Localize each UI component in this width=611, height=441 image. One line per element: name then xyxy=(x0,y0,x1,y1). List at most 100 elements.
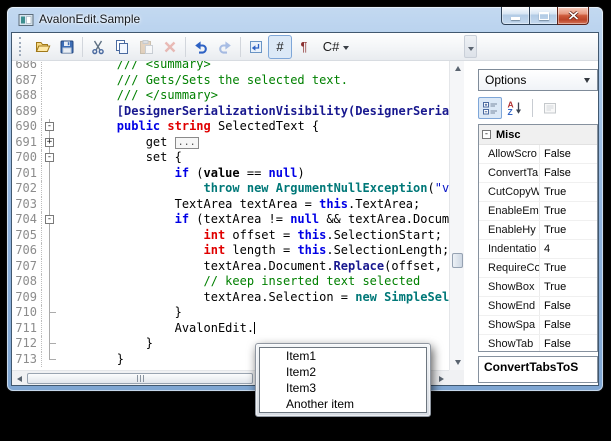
property-value[interactable]: True xyxy=(540,202,597,220)
completion-item[interactable]: Item1 xyxy=(260,348,426,364)
code-line[interactable]: 707 textArea.Document.Replace(offset, l xyxy=(12,259,449,275)
window-title: AvalonEdit.Sample xyxy=(39,12,140,26)
code-line[interactable]: 691+ get ... xyxy=(12,135,449,151)
vertical-scrollbar[interactable] xyxy=(449,61,464,370)
options-combobox[interactable]: Options xyxy=(478,69,598,91)
scroll-right-button[interactable] xyxy=(434,371,449,386)
code-line[interactable]: 704- if (textArea != null && textArea.Do… xyxy=(12,212,449,228)
code-line[interactable]: 711 AvalonEdit. xyxy=(12,321,449,337)
property-row[interactable]: EnableHyTrue xyxy=(479,221,597,240)
code-line[interactable]: 690- public string SelectedText { xyxy=(12,119,449,135)
completion-item[interactable]: Item2 xyxy=(260,364,426,380)
fold-margin xyxy=(42,197,58,213)
code-text: textArea.Selection = new SimpleSele xyxy=(58,290,449,306)
code-line[interactable]: 710 } xyxy=(12,305,449,321)
property-row[interactable]: EnableEmTrue xyxy=(479,202,597,221)
line-number: 688 xyxy=(12,88,42,104)
code-line[interactable]: 706 int length = this.SelectionLength; xyxy=(12,243,449,259)
thumb-grip-icon xyxy=(143,375,144,382)
horizontal-scroll-thumb[interactable] xyxy=(27,373,253,384)
vertical-scroll-thumb[interactable] xyxy=(452,253,463,268)
property-row[interactable]: Indentatio4 xyxy=(479,240,597,259)
editor-text-area[interactable]: 686 /// <summary>687 /// Gets/Sets the s… xyxy=(12,61,449,370)
fold-collapse-icon[interactable]: - xyxy=(45,122,54,131)
code-line[interactable]: 700- set { xyxy=(12,150,449,166)
alphabetical-button[interactable]: AZ xyxy=(503,97,527,119)
property-value[interactable]: True xyxy=(540,278,597,296)
cut-button[interactable] xyxy=(86,35,110,59)
code-line[interactable]: 701 if (value == null) xyxy=(12,166,449,182)
line-numbers-toggle[interactable]: # xyxy=(268,35,292,59)
property-category-row[interactable]: - Misc xyxy=(479,125,597,145)
code-line[interactable]: 703 TextArea textArea = this.TextArea; xyxy=(12,197,449,213)
word-wrap-toggle[interactable] xyxy=(244,35,268,59)
delete-button[interactable] xyxy=(158,35,182,59)
code-line[interactable]: 705 int offset = this.SelectionStart; xyxy=(12,228,449,244)
property-value[interactable]: False xyxy=(540,316,597,334)
maximize-button[interactable] xyxy=(529,7,558,25)
completion-item[interactable]: Another item xyxy=(260,396,426,412)
redo-button[interactable] xyxy=(213,35,237,59)
fold-line xyxy=(49,243,50,259)
line-number: 701 xyxy=(12,166,42,182)
property-value[interactable]: False xyxy=(540,164,597,182)
code-editor[interactable]: 686 /// <summary>687 /// Gets/Sets the s… xyxy=(12,61,464,385)
fold-collapse-icon[interactable]: - xyxy=(45,153,54,162)
property-row[interactable]: ShowSpaFalse xyxy=(479,316,597,335)
property-row[interactable]: CutCopyWTrue xyxy=(479,183,597,202)
scroll-left-button[interactable] xyxy=(12,371,27,386)
property-value[interactable]: 4 xyxy=(540,240,597,258)
undo-button[interactable] xyxy=(189,35,213,59)
client-area: #¶C# 686 /// <summary>687 /// Gets/Sets … xyxy=(11,32,599,386)
fold-expand-icon[interactable]: + xyxy=(45,138,54,147)
code-text: get ... xyxy=(58,135,199,151)
categorized-button[interactable] xyxy=(478,97,502,119)
property-row[interactable]: ShowTabFalse xyxy=(479,335,597,352)
scroll-up-button[interactable] xyxy=(450,61,465,76)
property-value[interactable]: True xyxy=(540,259,597,277)
property-value[interactable]: True xyxy=(540,183,597,201)
property-row[interactable]: AllowScroFalse xyxy=(479,145,597,164)
save-button[interactable] xyxy=(55,35,79,59)
arrow-down-icon xyxy=(455,360,461,368)
scroll-down-button[interactable] xyxy=(450,355,465,370)
code-text: set { xyxy=(58,150,182,166)
code-line[interactable]: 686 /// <summary> xyxy=(12,61,449,73)
code-line[interactable]: 708 // keep inserted text selected xyxy=(12,274,449,290)
code-line[interactable]: 702 throw new ArgumentNullException("va xyxy=(12,181,449,197)
property-row[interactable]: RequireCoTrue xyxy=(479,259,597,278)
code-line[interactable]: 688 /// </summary> xyxy=(12,88,449,104)
line-number: 702 xyxy=(12,181,42,197)
fold-collapse-icon[interactable]: - xyxy=(45,215,54,224)
titlebar[interactable]: AvalonEdit.Sample xyxy=(7,7,603,32)
fold-margin xyxy=(42,88,58,104)
property-value[interactable]: True xyxy=(540,221,597,239)
word-wrap-icon xyxy=(248,39,264,55)
property-value[interactable]: False xyxy=(540,145,597,163)
toolbar-overflow-button[interactable] xyxy=(464,35,477,58)
app-icon xyxy=(18,12,34,28)
code-line[interactable]: 709 textArea.Selection = new SimpleSele xyxy=(12,290,449,306)
syntax-select[interactable]: C# xyxy=(316,35,356,59)
completion-item[interactable]: Item3 xyxy=(260,380,426,396)
fold-margin: - xyxy=(42,119,58,135)
toolbar-grip-handle[interactable] xyxy=(19,37,24,56)
collapse-icon[interactable]: - xyxy=(482,130,491,139)
close-button[interactable] xyxy=(557,7,589,25)
arrow-right-icon xyxy=(439,376,447,382)
collapsed-fold-box[interactable]: ... xyxy=(175,137,199,149)
property-row[interactable]: ShowEndFalse xyxy=(479,297,597,316)
show-end-of-line-toggle[interactable]: ¶ xyxy=(292,35,316,59)
code-line[interactable]: 687 /// Gets/Sets the selected text. xyxy=(12,73,449,89)
property-pages-button[interactable] xyxy=(538,97,562,119)
property-value[interactable]: False xyxy=(540,297,597,315)
property-value[interactable]: False xyxy=(540,335,597,352)
property-row[interactable]: ConvertTaFalse xyxy=(479,164,597,183)
copy-button[interactable] xyxy=(110,35,134,59)
minimize-button[interactable] xyxy=(501,7,530,25)
code-line[interactable]: 689 [DesignerSerializationVisibility(Des… xyxy=(12,104,449,120)
code-text: if (value == null) xyxy=(58,166,305,182)
paste-button[interactable] xyxy=(134,35,158,59)
open-button[interactable] xyxy=(31,35,55,59)
property-row[interactable]: ShowBoxTrue xyxy=(479,278,597,297)
